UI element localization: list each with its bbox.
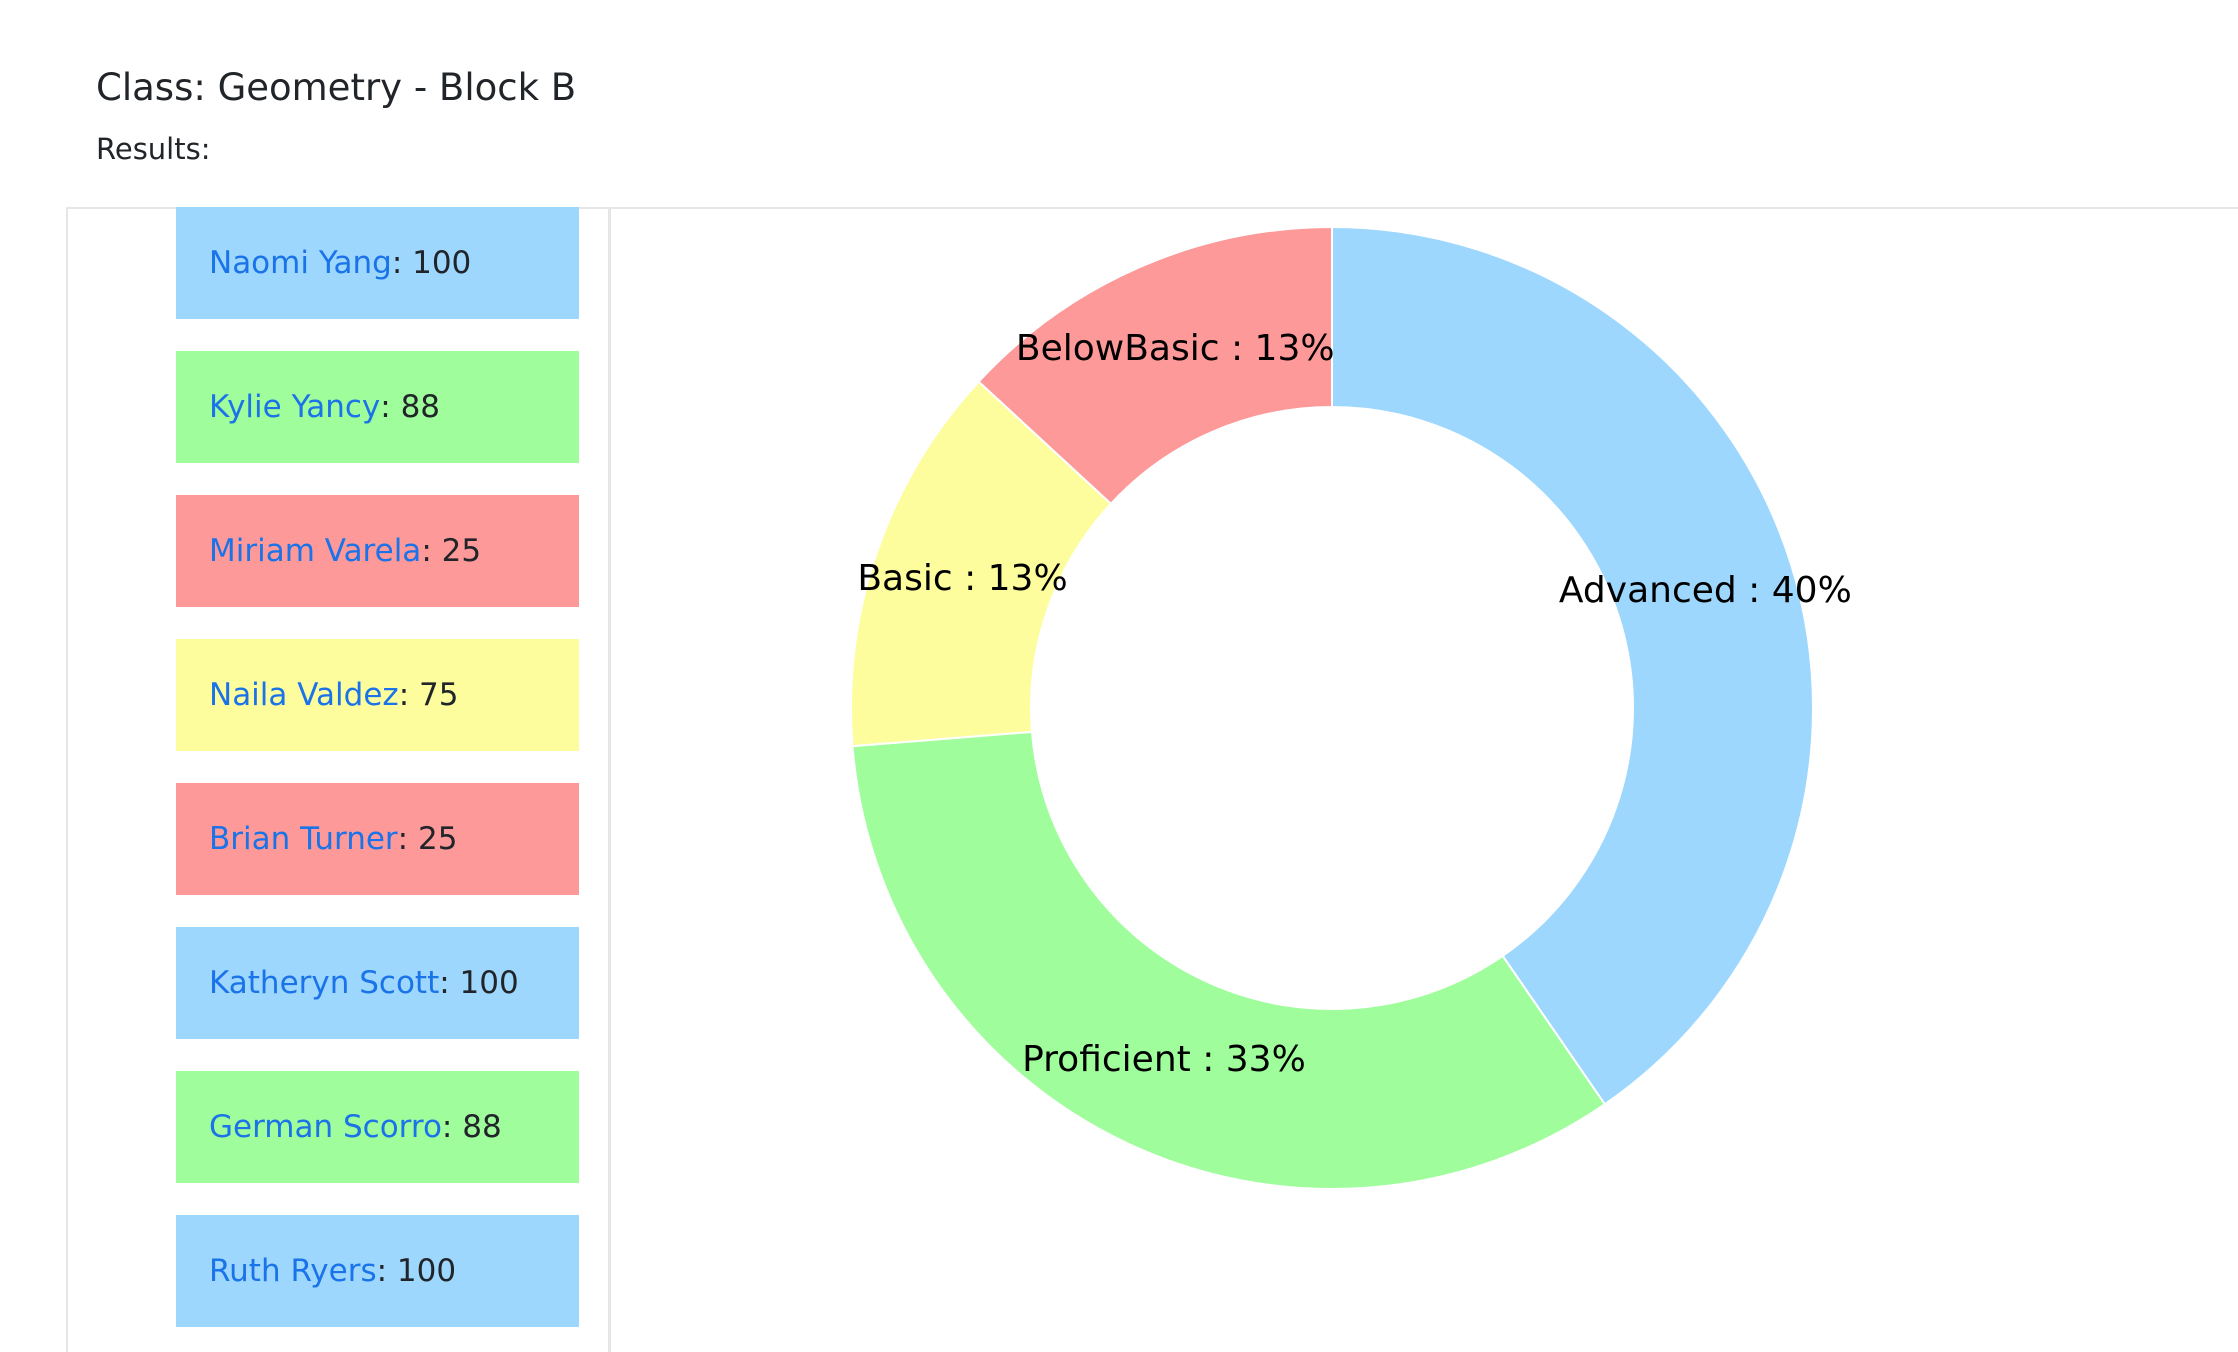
student-name-link[interactable]: Naomi Yang [209,245,392,281]
student-card: Miriam Varela: 25 [176,495,579,607]
donut-chart-panel: Advanced : 40% Proficient : 33% Basic : 13… [611,209,2238,1352]
student-card: Kylie Yancy: 88 [176,351,579,463]
class-title: Class: Geometry - Block B [96,66,577,109]
student-card: Katheryn Scott: 100 [176,927,579,1039]
student-name-link[interactable]: Katheryn Scott [209,965,439,1001]
donut-chart: Advanced : 40% Proficient : 33% Basic : 13… [850,225,1852,1190]
student-name-link[interactable]: German Scorro [209,1109,442,1145]
student-list[interactable]: Naomi Yang: 100 Kylie Yancy: 88 Miriam V… [66,207,611,1352]
donut-slice-advanced[interactable] [1331,225,1814,1106]
student-name-link[interactable]: Kylie Yancy [209,389,380,425]
slice-label-advanced: Advanced : 40% [1559,570,1852,611]
student-score: : 88 [441,1109,502,1145]
student-name-link[interactable]: Ruth Ryers [209,1253,377,1289]
student-score: : 100 [391,245,472,281]
donut-slice-proficient[interactable] [851,730,1607,1190]
slice-label-proficient: Proficient : 33% [1022,1039,1306,1080]
results-label: Results: [96,132,211,166]
student-name-link[interactable]: Miriam Varela [209,533,421,569]
student-card: Naomi Yang: 100 [176,207,579,319]
student-score: : 100 [439,965,519,1001]
student-score: : 25 [397,821,458,857]
student-card: Naila Valdez: 75 [176,639,579,751]
student-score: : 88 [380,389,441,425]
student-score: : 25 [421,533,482,569]
student-name-link[interactable]: Naila Valdez [209,677,399,713]
slice-label-basic: Basic : 13% [857,558,1067,599]
student-score: : 75 [398,677,459,713]
student-score: : 100 [376,1253,457,1289]
student-name-link[interactable]: Brian Turner [209,821,398,857]
student-card: Brian Turner: 25 [176,783,579,895]
student-card: Ruth Ryers: 100 [176,1215,579,1327]
results-page: Class: Geometry - Block B Results: Naomi… [0,0,2238,1352]
student-card: German Scorro: 88 [176,1071,579,1183]
slice-label-belowbasic: BelowBasic : 13% [1016,328,1335,369]
